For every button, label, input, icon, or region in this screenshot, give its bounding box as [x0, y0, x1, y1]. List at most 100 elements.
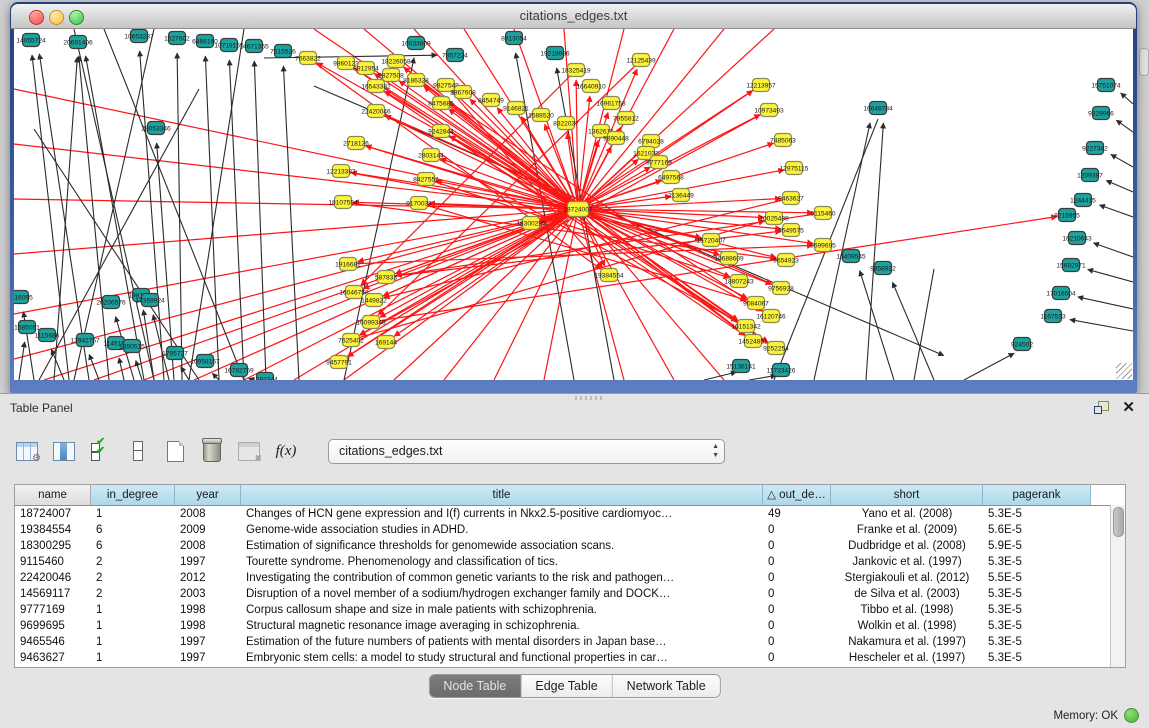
graph-edge-black[interactable] [1078, 297, 1133, 309]
graph-node[interactable]: 20691406 [63, 36, 93, 49]
graph-edge-red[interactable] [450, 136, 578, 209]
graph-node[interactable]: 12213957 [746, 79, 776, 92]
graph-node[interactable]: 17016504 [1046, 287, 1076, 300]
graph-edge-black[interactable] [104, 29, 244, 380]
graph-edge-black[interactable] [1116, 120, 1133, 132]
table-selector-dropdown[interactable]: citations_edges.txt ▲▼ [328, 439, 725, 464]
splitter-grip[interactable] [575, 396, 605, 400]
table-row[interactable]: 969969511998Structural magnetic resonanc… [15, 618, 1125, 634]
table-row[interactable]: 1456911722003Disruption of a novel membe… [15, 586, 1125, 602]
graph-node[interactable]: 9699695 [810, 239, 836, 252]
graph-node[interactable]: 15751074 [1091, 79, 1121, 92]
select-column-button[interactable] [51, 438, 77, 464]
column-header-in_degree[interactable]: in_degree [91, 485, 175, 505]
graph-node[interactable]: 19384554 [594, 269, 624, 282]
table-row[interactable]: 946362711997Embryonic stem cells: a mode… [15, 650, 1125, 666]
tab-edge-table[interactable]: Edge Table [521, 675, 612, 697]
graph-node[interactable]: 6794028 [638, 135, 664, 148]
graph-node[interactable]: 18107554 [328, 196, 358, 209]
graph-node[interactable]: 1527602 [164, 32, 190, 45]
function-builder-button[interactable]: f(x) [273, 438, 299, 464]
check-rows-button[interactable]: ✔ ✔ [88, 438, 114, 464]
graph-node[interactable]: 9146821 [503, 102, 529, 115]
graph-edge-black[interactable] [157, 143, 174, 380]
graph-node[interactable]: 587833 [375, 271, 397, 284]
graph-edge-black[interactable] [212, 373, 219, 380]
graph-node[interactable]: 16099348 [356, 316, 386, 329]
window-titlebar[interactable]: citations_edges.txt [11, 4, 1136, 29]
graph-node[interactable]: 16640910 [576, 80, 606, 93]
tab-node-table[interactable]: Node Table [429, 675, 521, 697]
graph-node[interactable]: 9463627 [778, 192, 804, 205]
graph-hub-node[interactable]: 18724007 [563, 202, 593, 217]
graph-node[interactable]: 2516095 [14, 291, 33, 304]
graph-node[interactable]: 169144 [375, 336, 397, 349]
graph-node[interactable]: 7515526 [270, 45, 296, 58]
graph-edge-black[interactable] [177, 53, 182, 380]
table-row[interactable]: 1830029562008Estimation of significance … [15, 538, 1125, 554]
outer-scrollbar[interactable] [1139, 48, 1149, 76]
graph-node[interactable]: 1209387 [1077, 169, 1103, 182]
graph-node[interactable]: 16120746 [756, 310, 786, 323]
graph-node[interactable]: 16033809 [401, 37, 431, 50]
float-panel-icon[interactable] [1094, 401, 1109, 414]
graph-node[interactable]: 1588520 [528, 109, 554, 122]
table-vertical-scrollbar[interactable] [1110, 505, 1125, 667]
graph-node[interactable]: 9329966 [1088, 107, 1114, 120]
merge-rows-button[interactable] [125, 438, 151, 464]
graph-node[interactable]: 7955812 [613, 112, 639, 125]
graph-node[interactable]: 6497568 [658, 171, 684, 184]
graph-edge-black[interactable] [1099, 205, 1133, 217]
table-row[interactable]: 946554611997Estimation of the future num… [15, 634, 1125, 650]
graph-edge-black[interactable] [1111, 154, 1133, 167]
graph-edge-black[interactable] [749, 375, 776, 380]
tab-network-table[interactable]: Network Table [613, 675, 720, 697]
graph-node[interactable]: 16782759 [224, 364, 254, 377]
graph-node[interactable]: 9115460 [810, 207, 836, 220]
graph-node[interactable]: 7485063 [770, 134, 796, 147]
graph-edge-red[interactable] [44, 209, 578, 380]
table-row[interactable]: 2242004622012Investigating the contribut… [15, 570, 1125, 586]
graph-node[interactable]: 8215955 [1054, 209, 1080, 222]
graph-edge-black[interactable] [964, 353, 1014, 380]
graph-node[interactable]: 12125439 [626, 54, 656, 67]
graph-node[interactable]: 10653287 [124, 30, 154, 43]
graph-edge-black[interactable] [1088, 269, 1133, 282]
table-row[interactable]: 1938455462009Genome-wide association stu… [15, 522, 1125, 538]
graph-node[interactable]: 14055724 [16, 34, 46, 47]
graph-node[interactable]: 1916682 [335, 258, 361, 271]
graph-edge-black[interactable] [1093, 243, 1133, 257]
table-row[interactable]: 1872400712008Changes of HCN gene express… [15, 506, 1125, 522]
window-resize-grip[interactable] [1116, 363, 1132, 379]
scrollbar-thumb[interactable] [1113, 507, 1124, 537]
graph-node[interactable]: 924502 [1011, 338, 1033, 351]
graph-node[interactable]: 1244415 [1070, 194, 1096, 207]
graph-edge-black[interactable] [1121, 93, 1133, 104]
graph-node[interactable]: 1167533 [1040, 310, 1066, 323]
column-header-year[interactable]: year [175, 485, 241, 505]
column-header-pagerank[interactable]: pagerank [983, 485, 1091, 505]
graph-node[interactable]: 8813054 [501, 32, 527, 45]
graph-edge-black[interactable] [283, 66, 299, 380]
graph-node[interactable]: 14671355 [239, 40, 269, 53]
graph-node[interactable]: 15692971 [1056, 259, 1086, 272]
table-row[interactable]: 911546021997Tourette syndrome. Phenomeno… [15, 554, 1125, 570]
graph-node[interactable]: 2136449 [668, 189, 694, 202]
graph-node[interactable]: 10958167 [190, 355, 220, 368]
column-header-out_de[interactable]: △ out_de… [763, 485, 831, 505]
graph-node[interactable]: 10973493 [754, 104, 784, 117]
graph-node[interactable]: 18325419 [561, 64, 591, 77]
graph-node[interactable]: 11733426 [767, 364, 796, 377]
column-header-title[interactable]: title [241, 485, 763, 505]
graph-edge-black[interactable] [893, 282, 934, 380]
graph-node[interactable]: 12942757 [70, 334, 100, 347]
graph-node[interactable]: 9654923 [773, 254, 799, 267]
graph-edge-black[interactable] [89, 354, 99, 380]
delete-table-button[interactable] [199, 438, 225, 464]
graph-node[interactable]: 9227342 [1082, 142, 1108, 155]
graph-edge-black[interactable] [1106, 181, 1133, 192]
graph-node[interactable]: 16210643 [1062, 232, 1092, 245]
graph-node[interactable]: 2718126 [343, 137, 369, 150]
graph-edge-black[interactable] [704, 372, 736, 380]
graph-node[interactable]: 15136141 [726, 360, 756, 373]
